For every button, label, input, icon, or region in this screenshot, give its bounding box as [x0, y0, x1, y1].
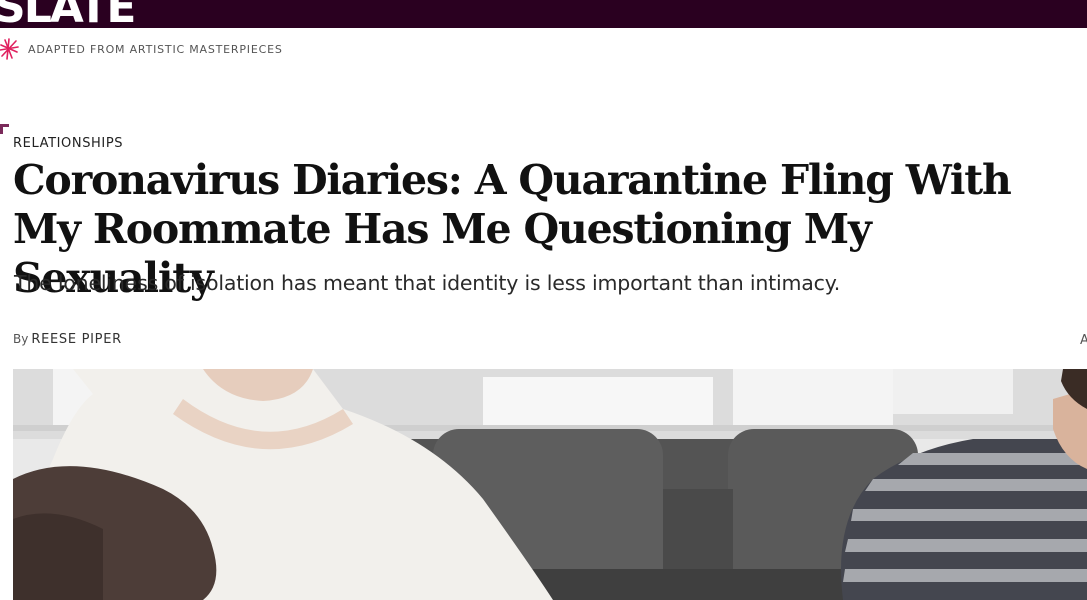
- article-dek: The loneliness of isolation has meant th…: [14, 271, 841, 295]
- byline-prefix: By: [13, 332, 29, 346]
- date-edge-fragment: A: [1080, 333, 1087, 348]
- hero-image: [13, 369, 1087, 600]
- tagline-row: ADAPTED FROM ARTISTIC MASTERPIECES: [0, 37, 283, 61]
- author-link[interactable]: REESE PIPER: [31, 332, 122, 347]
- section-label[interactable]: RELATIONSHIPS: [13, 136, 123, 151]
- site-header-bar: SLATE: [0, 0, 1087, 28]
- sparkle-burst-icon: [0, 38, 19, 60]
- byline: By REESE PIPER: [13, 332, 122, 347]
- photo-couple-on-sofa-icon: [13, 369, 1087, 600]
- section-corner-mark: [0, 124, 9, 134]
- tagline-link[interactable]: ADAPTED FROM ARTISTIC MASTERPIECES: [28, 43, 283, 56]
- slate-logo[interactable]: SLATE: [0, 0, 136, 28]
